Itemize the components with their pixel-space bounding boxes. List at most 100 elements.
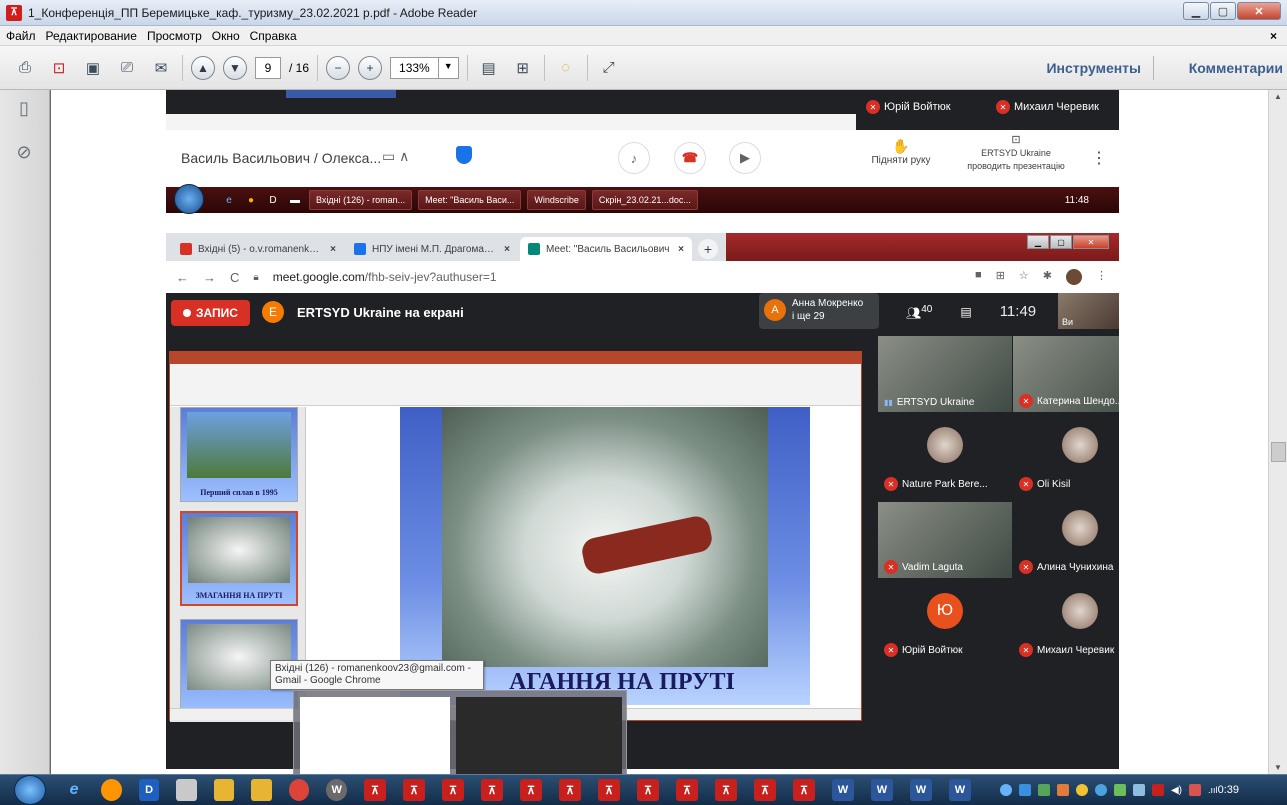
zoom-value: 133%: [399, 60, 430, 75]
comment-icon[interactable]: ◌: [553, 55, 579, 81]
speaking-icon: ▮▮: [884, 398, 893, 407]
comments-pane-button[interactable]: Комментарии: [1189, 60, 1283, 76]
toolbar-separator: [1153, 56, 1154, 80]
mic-off-icon: ✕: [996, 100, 1010, 114]
presenter-avatar: E: [262, 301, 284, 323]
tray-icon[interactable]: [999, 784, 1012, 796]
fullscreen-icon[interactable]: ⤢: [596, 55, 622, 81]
ie-icon[interactable]: e: [64, 779, 85, 801]
participant-name: Oli Kisil: [1037, 478, 1071, 490]
tray-icon[interactable]: [1113, 784, 1126, 796]
next-page-button[interactable]: ▼: [223, 55, 247, 80]
pdf-document-icon[interactable]: ⊼: [519, 779, 542, 801]
translate-icon: ⊞: [995, 270, 1005, 282]
app-d-icon[interactable]: D: [138, 779, 160, 801]
pdf-document-icon[interactable]: ⊼: [441, 779, 464, 801]
participant-name-label: ✕ Vadim Laguta: [884, 560, 963, 574]
extensions-icon: ✱: [1042, 270, 1052, 282]
zoom-in-button[interactable]: +: [358, 55, 383, 80]
pdf-document-icon[interactable]: ⊼: [402, 779, 425, 801]
tray-icon[interactable]: [1037, 784, 1050, 796]
pdf-document-icon[interactable]: ⊼: [714, 779, 737, 801]
notification-text: Анна Мокренко і ще 29: [792, 298, 864, 322]
pdf-document-icon[interactable]: ⊼: [792, 779, 815, 801]
participant-avatar: [1062, 427, 1098, 463]
raise-hand-control: ✋ Підняти руку: [866, 138, 936, 166]
zoom-select[interactable]: 133% ▼: [390, 56, 459, 79]
system-clock[interactable]: 0:39: [1218, 784, 1239, 796]
word-document-icon[interactable]: W: [831, 779, 854, 801]
maximize-button[interactable]: ▢: [1210, 2, 1236, 20]
minimize-button[interactable]: ▁: [1183, 2, 1209, 20]
print-icon[interactable]: ⎚: [114, 55, 140, 81]
save-icon[interactable]: ▣: [80, 55, 106, 81]
captions-icon: ▭ ∧: [382, 148, 410, 164]
people-icon: 👥︎40: [906, 303, 933, 320]
tray-icon[interactable]: [1094, 784, 1107, 796]
window-icon[interactable]: [176, 779, 197, 801]
participant-name-label: ✕ Катерина Шендо...: [1019, 394, 1119, 408]
pdf-document-icon[interactable]: ⊼: [636, 779, 659, 801]
volume-icon[interactable]: ◀): [1171, 785, 1182, 796]
join-notification: A Анна Мокренко і ще 29: [759, 293, 879, 329]
meet-controls-bar: Василь Васильович / Олекса... ▭ ∧ ♪ ☎ ▶ …: [166, 130, 1119, 182]
back-icon: ←: [176, 269, 189, 285]
pdf-document-icon[interactable]: ⊼: [675, 779, 698, 801]
pdf-document-icon[interactable]: ⊼: [480, 779, 503, 801]
previous-page-button[interactable]: ▲: [191, 55, 215, 80]
pdf-document-icon[interactable]: ⊼: [597, 779, 620, 801]
tools-pane-button[interactable]: Инструменты: [1046, 60, 1141, 76]
menu-view[interactable]: Просмотр: [147, 29, 202, 43]
menu-edit[interactable]: Редактирование: [46, 29, 137, 43]
network-icon[interactable]: .ııl: [1208, 785, 1218, 795]
folder-icon[interactable]: [213, 779, 235, 801]
taskbar-item: Windscribe: [527, 190, 586, 210]
pdf-document-icon[interactable]: ⊼: [753, 779, 776, 801]
word-document-icon[interactable]: W: [948, 779, 971, 801]
thumbnail-photo: [187, 412, 291, 478]
pdf-document-icon[interactable]: ⊼: [363, 779, 386, 801]
create-pdf-icon[interactable]: ⎙: [12, 55, 38, 81]
tray-icon[interactable]: [1132, 784, 1145, 796]
scroll-up-icon[interactable]: ▲: [1274, 92, 1282, 101]
tray-icon[interactable]: [1018, 784, 1031, 796]
tray-icon[interactable]: [1056, 784, 1069, 796]
tray-icon[interactable]: [1151, 784, 1164, 796]
tray-icon[interactable]: [1189, 784, 1201, 796]
scroll-thumb[interactable]: [1271, 442, 1286, 462]
windscribe-icon[interactable]: W: [326, 779, 347, 801]
tray-icon[interactable]: [1075, 784, 1088, 796]
document-view[interactable]: ✕ Юрій Войтюк ✕ Михаил Черевик Василь Ва…: [51, 90, 1268, 774]
toolbar-separator: [182, 54, 183, 81]
page-thumbnails-icon[interactable]: ▯: [13, 98, 35, 122]
email-icon[interactable]: ✉: [148, 55, 174, 81]
page-number-input[interactable]: 9: [255, 56, 281, 79]
more-options-icon: ⋮: [1091, 150, 1107, 167]
recording-badge: ЗАПИС: [171, 300, 250, 326]
meet-preview-thumbnail: [456, 697, 622, 774]
close-button[interactable]: ✕: [1237, 2, 1281, 20]
firefox-icon[interactable]: [101, 779, 122, 801]
menu-file[interactable]: Файл: [6, 29, 36, 43]
zoom-out-button[interactable]: −: [326, 55, 351, 80]
participant-tile: ▮▮ ERTSYD Ukraine: [878, 336, 1012, 412]
create-pdf-from-file-icon[interactable]: ⊡: [46, 55, 72, 81]
pdf-icon: ⊼: [6, 4, 22, 21]
folder-icon[interactable]: [251, 779, 272, 801]
close-document-button[interactable]: ×: [1270, 29, 1277, 43]
start-button[interactable]: [14, 775, 46, 805]
fit-page-icon[interactable]: ▤: [476, 55, 502, 81]
browser-actions: ■ ⊞ ☆ ✱ ⋮: [975, 269, 1107, 285]
menu-window[interactable]: Окно: [212, 29, 240, 43]
word-document-icon[interactable]: W: [909, 779, 932, 801]
menu-help[interactable]: Справка: [250, 29, 297, 43]
attachments-icon[interactable]: ⊘: [13, 142, 35, 166]
chrome-icon[interactable]: [288, 779, 310, 801]
browser-tab: НПУ імені М.П. Драгоманова - ×: [346, 237, 518, 261]
fit-width-icon[interactable]: ⊞: [510, 55, 536, 81]
participant-name: Vadim Laguta: [902, 561, 963, 573]
vertical-scrollbar[interactable]: ▲ ▼: [1268, 90, 1287, 774]
pdf-document-icon[interactable]: ⊼: [558, 779, 581, 801]
word-document-icon[interactable]: W: [870, 779, 893, 801]
scroll-down-icon[interactable]: ▼: [1274, 763, 1282, 772]
